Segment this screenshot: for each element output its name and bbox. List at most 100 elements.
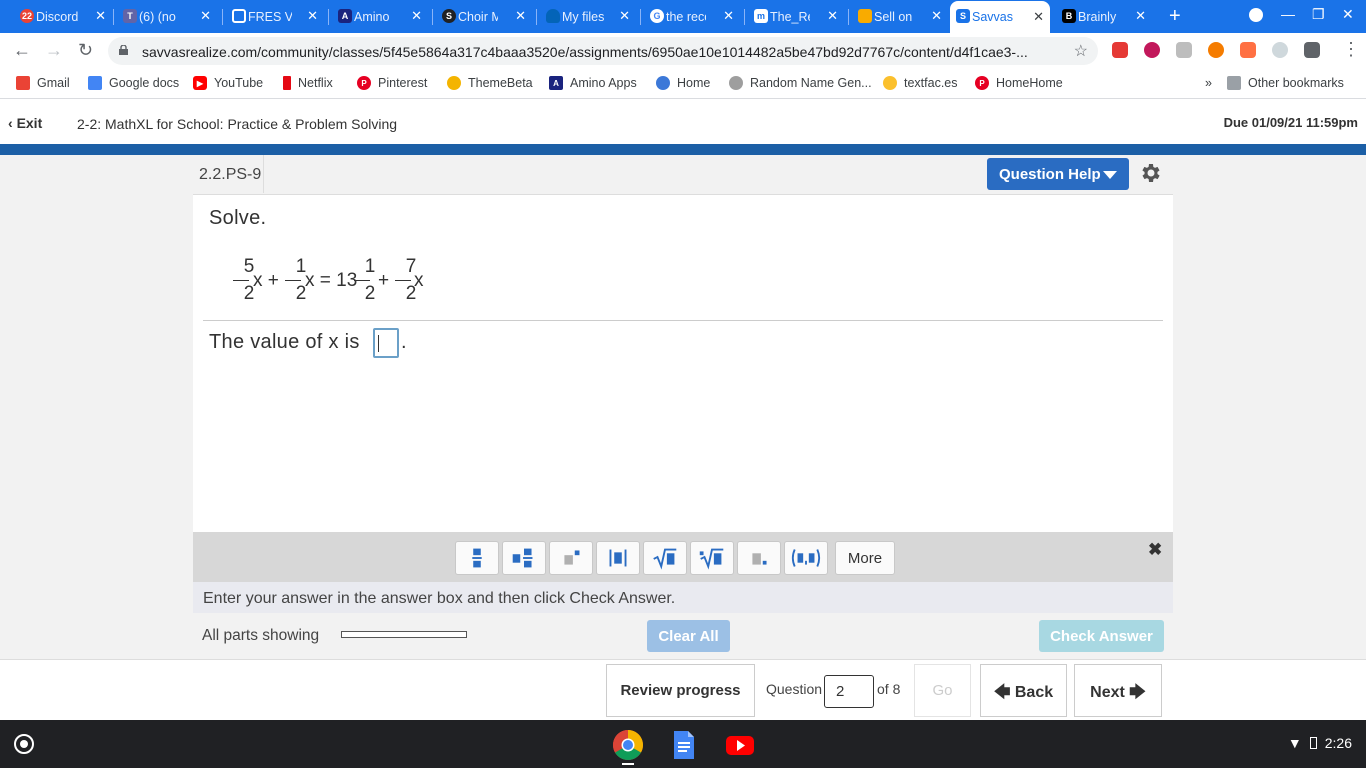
tab-search-icon[interactable]: [1249, 8, 1263, 22]
close-icon[interactable]: ✕: [411, 8, 422, 24]
extensions-puzzle-icon[interactable]: [1304, 42, 1320, 58]
close-icon[interactable]: ✕: [827, 8, 838, 24]
tab-separator: [113, 9, 114, 25]
tab-sell-on[interactable]: Sell on ✕: [852, 3, 948, 30]
close-icon[interactable]: ✕: [619, 8, 630, 24]
bookmark-netflix[interactable]: Netflix: [283, 76, 333, 90]
nth-root-button[interactable]: [690, 541, 734, 575]
url-text[interactable]: savvasrealize.com/community/classes/5f45…: [142, 44, 1062, 60]
gear-icon[interactable]: [1139, 161, 1163, 185]
minimize-icon[interactable]: —: [1281, 6, 1295, 22]
tab-fres[interactable]: FRES V ✕: [226, 3, 324, 30]
address-bar[interactable]: savvasrealize.com/community/classes/5f45…: [108, 37, 1098, 65]
netflix-icon: [283, 76, 291, 90]
tab-savvas[interactable]: S Savvas ✕: [950, 1, 1050, 33]
close-window-icon[interactable]: ✕: [1342, 6, 1354, 23]
extension-bars-icon[interactable]: [1240, 42, 1256, 58]
fraction-icon: [472, 548, 482, 568]
docs-icon[interactable]: [668, 729, 700, 761]
bookmark-label: Google docs: [109, 76, 180, 90]
tab-separator: [328, 9, 329, 25]
close-icon[interactable]: ✕: [1033, 9, 1044, 25]
onedrive-icon: [546, 9, 560, 23]
bookmark-google-docs[interactable]: Google docs: [88, 76, 179, 90]
answer-input[interactable]: [373, 328, 399, 358]
check-answer-button[interactable]: Check Answer: [1039, 620, 1164, 652]
header-accent-bar: [0, 144, 1366, 155]
back-arrow-icon[interactable]: ←: [13, 40, 31, 61]
exit-button[interactable]: ‹ Exit: [8, 115, 42, 131]
bookmark-random-name-gen[interactable]: Random Name Gen...: [729, 76, 872, 90]
forward-arrow-icon[interactable]: →: [45, 40, 63, 61]
next-button[interactable]: Next 🡆: [1074, 664, 1162, 717]
ordered-pair-button[interactable]: [784, 541, 828, 575]
close-icon[interactable]: ✕: [515, 8, 526, 24]
tab-choir[interactable]: S Choir M ✕: [436, 3, 532, 30]
close-icon[interactable]: ✕: [307, 8, 318, 24]
new-tab-icon[interactable]: +: [1169, 5, 1181, 28]
review-progress-button[interactable]: Review progress: [606, 664, 755, 717]
reload-icon[interactable]: ↻: [78, 40, 93, 61]
bookmark-homehome[interactable]: P HomeHome: [975, 76, 1063, 90]
bookmark-textfaces[interactable]: textfac.es: [883, 76, 958, 90]
bookmark-home[interactable]: Home: [656, 76, 710, 90]
numerator: 1: [364, 256, 376, 277]
extension-red-icon[interactable]: [1112, 42, 1128, 58]
bookmark-amino-apps[interactable]: A Amino Apps: [549, 76, 637, 90]
bookmark-gmail[interactable]: Gmail: [16, 76, 70, 90]
bookmarks-bar: Gmail Google docs ▶ YouTube Netflix P Pint…: [0, 69, 1366, 99]
tab-google-search[interactable]: G the reco ✕: [644, 3, 740, 30]
tab-separator: [848, 9, 849, 25]
bookmark-themebeta[interactable]: ThemeBeta: [447, 76, 533, 90]
all-parts-label: All parts showing: [202, 627, 320, 644]
extension-orange-icon[interactable]: [1208, 42, 1224, 58]
question-help-button[interactable]: Question Help: [987, 158, 1129, 190]
close-icon[interactable]: ✕: [1135, 8, 1146, 24]
tab-amino[interactable]: A Amino ✕: [332, 3, 428, 30]
system-tray[interactable]: ▼ 2:26: [1288, 735, 1352, 751]
close-icon[interactable]: ✕: [931, 8, 942, 24]
mixed-number-button[interactable]: [502, 541, 546, 575]
restore-icon[interactable]: ❐: [1312, 6, 1325, 23]
launcher-icon[interactable]: [14, 734, 34, 754]
square-root-icon: [653, 548, 677, 570]
more-button[interactable]: More: [835, 541, 895, 575]
tab-the-re[interactable]: m The_Re ✕: [748, 3, 844, 30]
close-icon[interactable]: ✕: [95, 8, 106, 24]
equation-term: x = 13: [305, 270, 358, 291]
fraction-button[interactable]: [455, 541, 499, 575]
decimal-button[interactable]: [737, 541, 781, 575]
chrome-icon[interactable]: [612, 729, 644, 761]
extension-gray-icon[interactable]: [1176, 42, 1192, 58]
bookmark-other[interactable]: Other bookmarks: [1227, 76, 1344, 90]
tab-teams[interactable]: T (6) (no ✕: [117, 3, 217, 30]
extension-circle-icon[interactable]: [1272, 42, 1288, 58]
pinterest-icon: P: [975, 76, 989, 90]
browser-tab-strip: 22 Discord ✕ T (6) (no ✕ FRES V ✕ A Amin…: [0, 0, 1366, 33]
clear-all-button[interactable]: Clear All: [647, 620, 730, 652]
bookmark-youtube[interactable]: ▶ YouTube: [193, 76, 263, 90]
menu-dots-icon[interactable]: ⋮: [1342, 39, 1360, 60]
extension-skull-icon[interactable]: [1144, 42, 1160, 58]
question-number-input[interactable]: 2: [824, 675, 874, 708]
bookmark-label: ThemeBeta: [468, 76, 533, 90]
tab-discord[interactable]: 22 Discord ✕: [14, 3, 112, 30]
youtube-icon[interactable]: [724, 729, 756, 761]
close-icon[interactable]: ✕: [723, 8, 734, 24]
tab-label: Choir M: [458, 9, 498, 24]
close-palette-icon[interactable]: ✖: [1148, 540, 1162, 560]
tab-brainly[interactable]: B Brainly ✕: [1056, 3, 1152, 30]
bookmark-star-icon[interactable]: ☆: [1074, 41, 1088, 61]
go-button[interactable]: Go: [914, 664, 971, 717]
back-button[interactable]: 🡄 Back: [980, 664, 1067, 717]
exponent-button[interactable]: [549, 541, 593, 575]
tab-my-files[interactable]: My files ✕: [540, 3, 636, 30]
close-icon[interactable]: ✕: [200, 8, 211, 24]
pinterest-icon: P: [357, 76, 371, 90]
bookmark-pinterest[interactable]: P Pinterest: [357, 76, 427, 90]
answer-prompt: The value of x is: [209, 331, 360, 353]
square-root-button[interactable]: [643, 541, 687, 575]
absolute-value-button[interactable]: [596, 541, 640, 575]
bookmarks-overflow-chevron-icon[interactable]: »: [1205, 76, 1212, 90]
tab-label: Discord: [36, 9, 79, 24]
